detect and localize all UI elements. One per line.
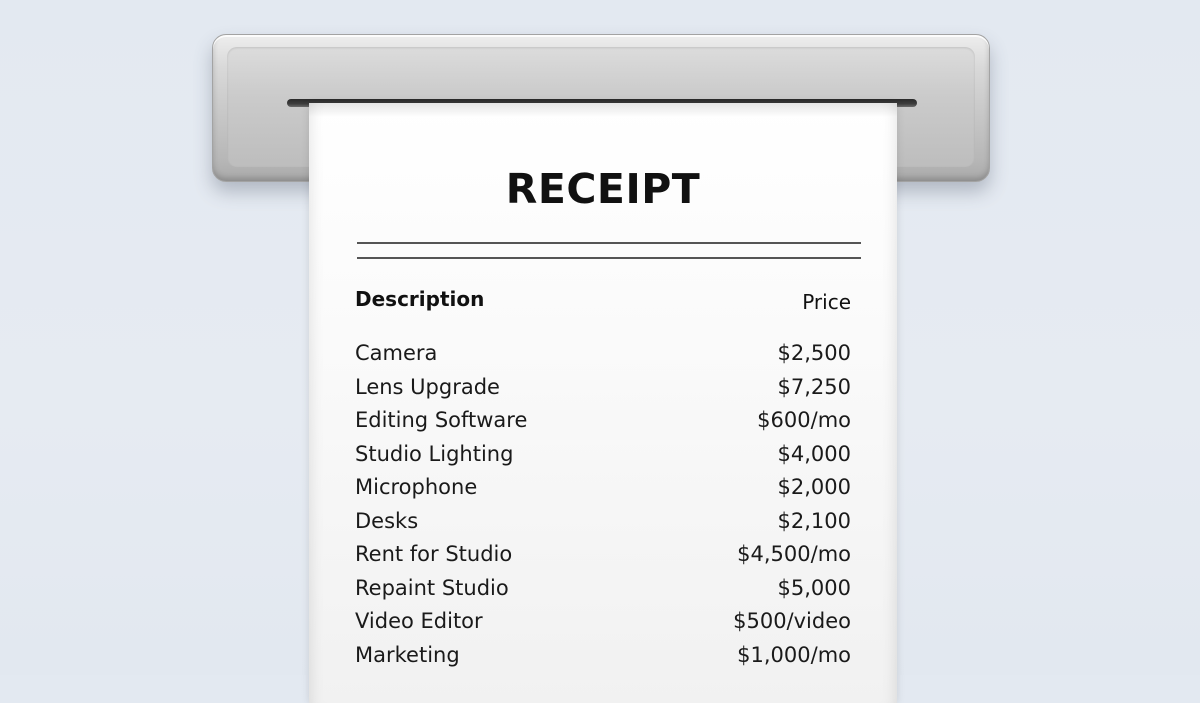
item-description: Repaint Studio — [355, 575, 509, 600]
receipt-line-item: Video Editor $500/video — [355, 609, 851, 643]
item-description: Microphone — [355, 475, 478, 499]
price-header: Price — [802, 290, 851, 314]
receipt-line-item: Microphone $2,000 — [355, 475, 851, 509]
item-description: Desks — [355, 508, 419, 533]
item-description: Rent for Studio — [355, 542, 513, 566]
item-price: $600/mo — [757, 408, 851, 432]
item-price: $7,250 — [777, 374, 851, 399]
item-price: $500/video — [733, 609, 851, 633]
receipt-line-item: Marketing $1,000/mo — [355, 643, 851, 677]
item-price: $2,000 — [777, 475, 851, 499]
item-description: Studio Lighting — [355, 441, 514, 466]
receipt-line-item: Desks $2,100 — [355, 509, 851, 543]
receipt-line-item: Camera $2,500 — [355, 341, 851, 375]
description-header: Description — [355, 287, 485, 311]
divider-line — [357, 242, 861, 244]
item-description: Lens Upgrade — [355, 374, 500, 399]
item-description: Video Editor — [355, 609, 483, 633]
item-price: $2,100 — [777, 508, 851, 533]
receipt-line-item: Rent for Studio $4,500/mo — [355, 542, 851, 576]
item-description: Marketing — [355, 642, 460, 667]
receipt-line-item: Editing Software $600/mo — [355, 408, 851, 442]
receipt-title: RECEIPT — [505, 165, 701, 213]
item-price: $5,000 — [777, 575, 851, 600]
receipt-paper: RECEIPT Description Price Camera $2,500 L… — [309, 103, 897, 703]
paper-shadow — [309, 103, 897, 117]
receipt-items: Camera $2,500 Lens Upgrade $7,250 Editing … — [355, 341, 851, 676]
item-price: $2,500 — [777, 341, 851, 365]
item-price: $4,000 — [777, 441, 851, 466]
item-description: Editing Software — [355, 408, 528, 432]
receipt-line-item: Lens Upgrade $7,250 — [355, 375, 851, 409]
item-price: $1,000/mo — [737, 642, 851, 667]
item-description: Camera — [355, 341, 438, 365]
receipt-line-item: Repaint Studio $5,000 — [355, 576, 851, 610]
receipt-line-item: Studio Lighting $4,000 — [355, 442, 851, 476]
divider-line — [357, 257, 861, 259]
item-price: $4,500/mo — [737, 542, 851, 566]
